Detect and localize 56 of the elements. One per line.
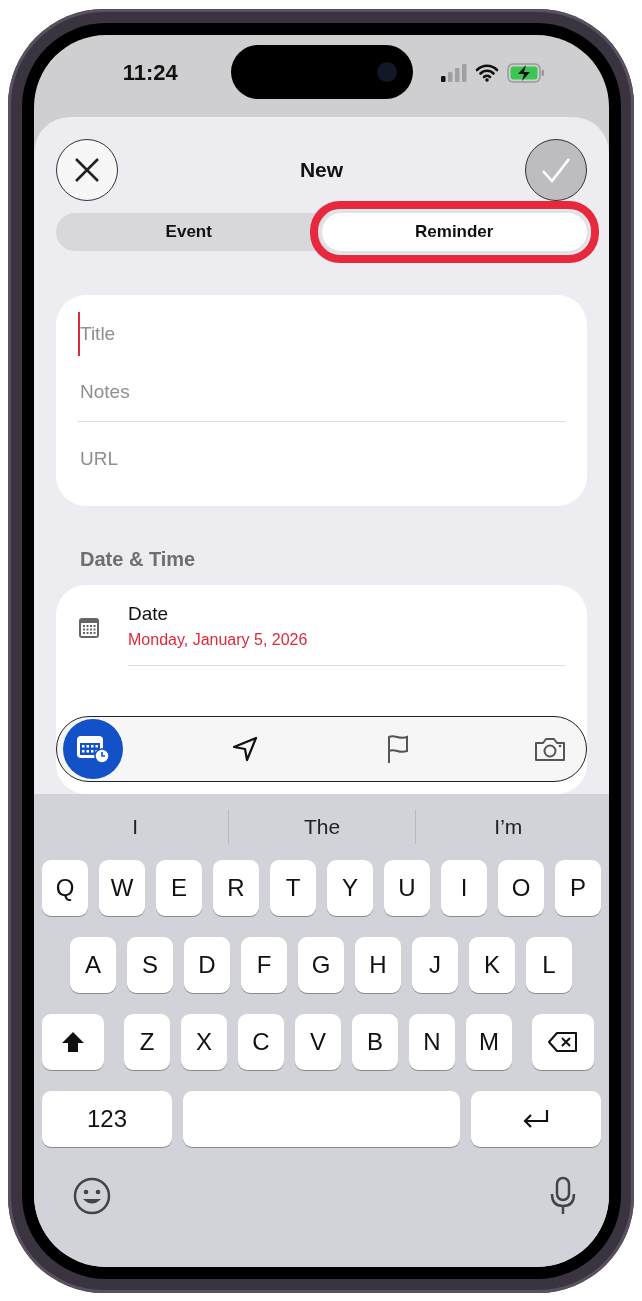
letter-key[interactable]: Y (327, 859, 373, 916)
letter-key[interactable]: B (352, 1013, 398, 1070)
letter-key[interactable]: M (466, 1013, 512, 1070)
letter-key[interactable]: S (127, 936, 173, 993)
segment-tab[interactable]: Event (56, 212, 322, 251)
wifi-icon (474, 63, 499, 82)
letter-key[interactable]: D (184, 936, 230, 993)
calendar-icon (78, 616, 100, 639)
word-suggestion[interactable]: The (228, 809, 415, 844)
date-value[interactable]: Monday, January 5, 2026 (128, 630, 565, 649)
letter-key[interactable]: L (526, 936, 572, 993)
letter-key[interactable]: A (70, 936, 116, 993)
microphone-icon[interactable] (549, 1175, 577, 1216)
location-arrow-icon (231, 734, 260, 763)
status-time: 11:24 (122, 59, 178, 86)
letter-key[interactable]: N (409, 1013, 455, 1070)
return-arrow-icon (521, 1107, 551, 1130)
section-heading: Date & Time (80, 547, 197, 571)
battery-charging-icon (506, 62, 545, 83)
letter-key[interactable]: C (238, 1013, 284, 1070)
text-input[interactable]: Notes (78, 378, 565, 405)
word-suggestion[interactable]: I (42, 809, 229, 844)
checkmark-icon (541, 156, 571, 183)
text-input[interactable]: URL (78, 445, 565, 472)
close-icon (74, 156, 100, 183)
letter-key[interactable]: V (295, 1013, 341, 1070)
text-input[interactable]: Title (78, 311, 565, 356)
letter-key[interactable]: E (156, 859, 202, 916)
shift-key[interactable] (42, 1013, 104, 1070)
toolbar-button[interactable] (63, 718, 123, 779)
letter-key[interactable]: U (384, 859, 430, 916)
letter-key[interactable]: T (270, 859, 316, 916)
signal-icon (440, 63, 467, 82)
letter-key[interactable]: J (412, 936, 458, 993)
delete-key[interactable] (532, 1013, 594, 1070)
calendar-clock-icon (76, 733, 110, 764)
shift-arrow-icon (60, 1029, 86, 1054)
emoji-icon[interactable] (72, 1175, 112, 1216)
letter-key[interactable]: O (498, 859, 544, 916)
segment-tab[interactable]: Reminder (321, 212, 587, 251)
letter-key[interactable]: I (441, 859, 487, 916)
letter-key[interactable]: K (469, 936, 515, 993)
numbers-key[interactable]: 123 (42, 1090, 172, 1147)
letter-key[interactable]: P (555, 859, 601, 916)
word-suggestion[interactable]: I’m (414, 809, 601, 844)
letter-key[interactable]: R (213, 859, 259, 916)
letter-key[interactable]: F (241, 936, 287, 993)
letter-key[interactable]: X (181, 1013, 227, 1070)
letter-key[interactable]: W (99, 859, 145, 916)
date-label: Date (128, 602, 170, 625)
letter-key[interactable]: H (355, 936, 401, 993)
sheet-title: New (299, 157, 344, 182)
letter-key[interactable]: G (298, 936, 344, 993)
backspace-icon (547, 1029, 579, 1054)
letter-key[interactable]: Z (124, 1013, 170, 1070)
letter-key[interactable]: Q (42, 859, 88, 916)
